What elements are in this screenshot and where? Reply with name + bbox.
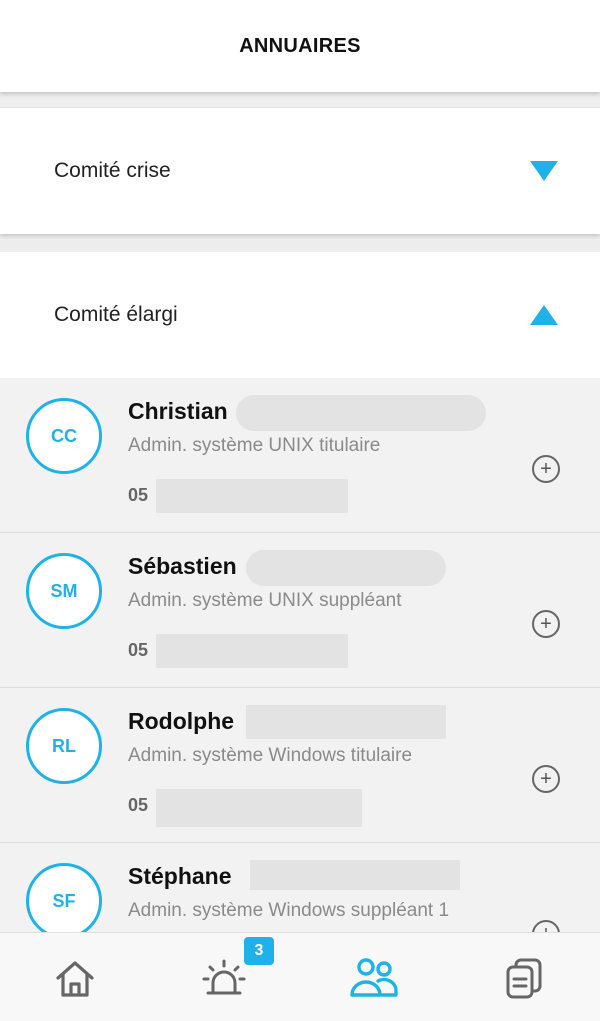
nav-documents[interactable] <box>496 951 552 1007</box>
top-app-bar: ANNUAIRES <box>0 0 600 92</box>
contact-role: Admin. système UNIX titulaire <box>128 435 381 456</box>
expand-arrow-icon[interactable] <box>530 161 558 181</box>
redacted-surname <box>236 395 486 431</box>
avatar: SF <box>26 863 102 932</box>
contact-row[interactable]: RL Rodolphe Admin. système Windows titul… <box>0 688 600 843</box>
avatar: SM <box>26 553 102 629</box>
nav-home[interactable] <box>47 951 103 1007</box>
add-contact-icon[interactable]: + <box>532 920 560 932</box>
contact-name: Sébastien <box>128 553 237 579</box>
collapse-arrow-icon[interactable] <box>530 305 558 325</box>
add-contact-icon[interactable]: + <box>532 765 560 793</box>
contact-name: Christian <box>128 398 228 424</box>
page-title: ANNUAIRES <box>239 34 361 57</box>
contacts-icon <box>350 958 398 997</box>
contact-phone-prefix: 05 <box>128 640 149 660</box>
contact-row[interactable]: SF Stéphane Admin. système Windows suppl… <box>0 843 600 932</box>
group-comite-crise[interactable]: Comité crise <box>0 108 600 234</box>
redacted-surname <box>246 705 446 739</box>
documents-icon <box>506 958 542 999</box>
contact-row[interactable]: SM Sébastien Admin. système UNIX suppléa… <box>0 533 600 688</box>
redacted-surname <box>246 550 446 586</box>
contact-role: Admin. système UNIX suppléant <box>128 590 402 611</box>
avatar: RL <box>26 708 102 784</box>
alerts-count-badge: 3 <box>244 937 274 965</box>
avatar: CC <box>26 398 102 474</box>
add-contact-icon[interactable]: + <box>532 455 560 483</box>
contact-row[interactable]: CC Christian Admin. système UNIX titulai… <box>0 378 600 533</box>
group-label: Comité élargi <box>54 303 178 326</box>
group-label: Comité crise <box>54 159 171 182</box>
bottom-navigation: 3 <box>0 932 600 1021</box>
redacted-surname <box>250 860 460 890</box>
contact-name: Stéphane <box>128 863 232 889</box>
redacted-phone <box>156 479 348 513</box>
contact-role: Admin. système Windows titulaire <box>128 745 413 766</box>
nav-contacts[interactable] <box>346 951 402 1007</box>
contact-phone-prefix: 05 <box>128 795 149 815</box>
contact-phone-prefix: 05 <box>128 485 149 505</box>
contact-role: Admin. système Windows suppléant 1 <box>128 900 450 921</box>
alarm-icon <box>202 959 246 995</box>
redacted-phone <box>156 789 362 827</box>
home-icon <box>56 961 94 997</box>
contact-name: Rodolphe <box>128 708 235 734</box>
contact-list[interactable]: CC Christian Admin. système UNIX titulai… <box>0 378 600 932</box>
add-contact-icon[interactable]: + <box>532 610 560 638</box>
redacted-phone <box>156 634 348 668</box>
group-comite-elargi[interactable]: Comité élargi <box>0 252 600 378</box>
